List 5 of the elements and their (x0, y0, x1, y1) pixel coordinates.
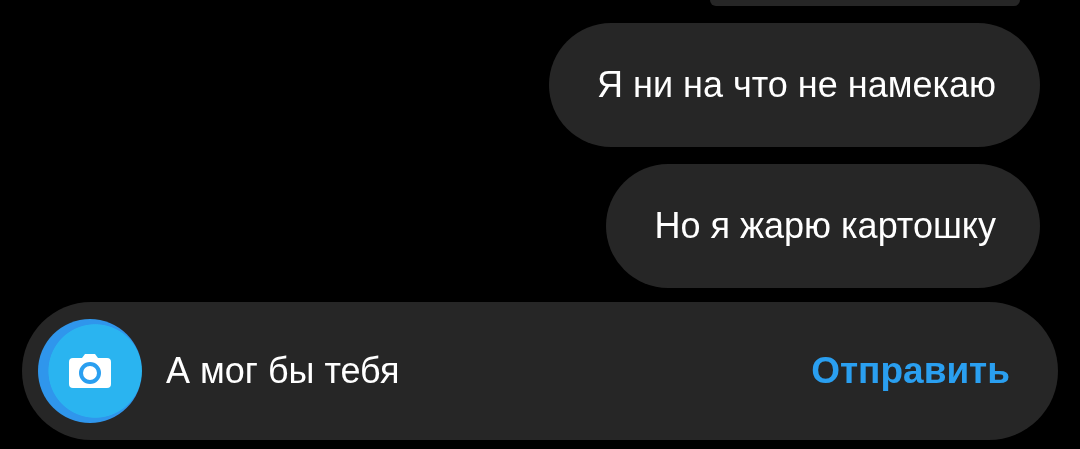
message-input[interactable]: А мог бы тебя (166, 349, 788, 393)
camera-icon (69, 354, 111, 388)
send-button[interactable]: Отправить (811, 350, 1010, 392)
message-bubble: Я ни на что не намекаю (549, 23, 1040, 147)
message-bubble: Но я жарю картошку (606, 164, 1040, 288)
